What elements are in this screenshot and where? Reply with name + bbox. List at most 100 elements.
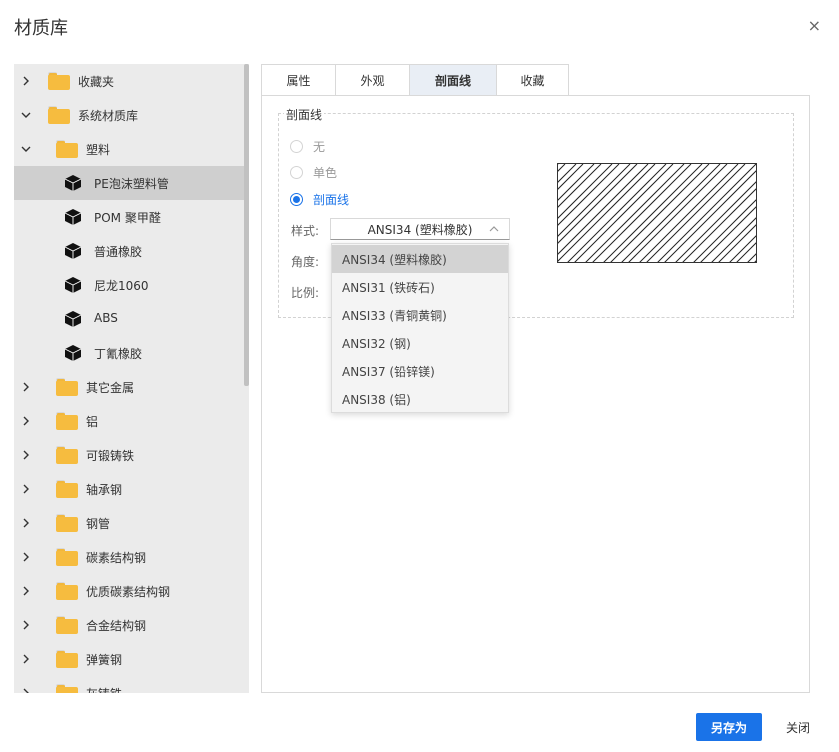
tree-folder-item[interactable]: 收藏夹: [14, 64, 244, 98]
tab-bar: 属性 外观 剖面线 收藏: [261, 64, 569, 96]
tree-folder-item[interactable]: 塑料: [14, 132, 244, 166]
tree-material-item[interactable]: 普通橡胶: [14, 234, 244, 268]
style-select[interactable]: ANSI34 (塑料橡胶): [330, 218, 510, 240]
hatch-line: [682, 188, 756, 262]
chevron-right-icon[interactable]: [20, 687, 32, 693]
dropdown-option[interactable]: ANSI38 (铝): [332, 385, 508, 413]
dropdown-option[interactable]: ANSI31 (铁砖石): [332, 273, 508, 301]
tree-folder-item[interactable]: 碳素结构钢: [14, 540, 244, 574]
radio-hatch[interactable]: 剖面线: [290, 191, 349, 207]
folder-icon: [56, 616, 78, 634]
tree-item-label: 碳素结构钢: [86, 551, 147, 565]
chevron-down-icon[interactable]: [20, 109, 32, 121]
close-icon[interactable]: ×: [808, 16, 821, 35]
tree-item-label: 钢管: [86, 517, 111, 531]
style-label: 样式:: [291, 224, 320, 238]
radio-hatch-label: 剖面线: [313, 192, 350, 207]
tree-item-label: 优质碳素结构钢: [86, 585, 171, 599]
folder-icon: [56, 514, 78, 532]
tab-favorites[interactable]: 收藏: [496, 64, 569, 96]
chevron-right-icon[interactable]: [20, 415, 32, 427]
tree-folder-item[interactable]: 优质碳素结构钢: [14, 574, 244, 608]
tree-folder-item[interactable]: 灰铸铁: [14, 676, 244, 693]
chevron-right-icon[interactable]: [20, 381, 32, 393]
dialog-title: 材质库: [14, 18, 68, 39]
tree-item-label: 系统材质库: [78, 109, 139, 123]
tree-item-label: 合金结构钢: [86, 619, 147, 633]
radio-hatch-circle[interactable]: [290, 192, 303, 206]
tree-item-label: 其它金属: [86, 381, 135, 395]
hatch-line: [736, 242, 756, 262]
chevron-right-icon[interactable]: [20, 517, 32, 529]
cube-icon: [64, 242, 82, 260]
chevron-right-icon[interactable]: [20, 483, 32, 495]
tree-item-label: 塑料: [86, 143, 111, 157]
tree-folder-item[interactable]: 铝: [14, 404, 244, 438]
tree-item-label: 可锻铸铁: [86, 449, 135, 463]
hatch-line: [558, 164, 577, 183]
tree-item-label: 弹簧钢: [86, 653, 123, 667]
tab-hatch[interactable]: 剖面线: [409, 64, 496, 96]
tree-folder-item[interactable]: 合金结构钢: [14, 608, 244, 642]
radio-solid-circle[interactable]: [290, 165, 303, 179]
tree-folder-item[interactable]: 系统材质库: [14, 98, 244, 132]
scale-label: 比例:: [291, 286, 320, 300]
folder-icon: [56, 582, 78, 600]
hatch-pattern-graphic: [558, 164, 756, 262]
folder-icon: [48, 72, 70, 90]
style-dropdown-list: ANSI34 (塑料橡胶) ANSI31 (铁砖石) ANSI33 (青铜黄铜)…: [331, 243, 509, 413]
tree-item-label: 普通橡胶: [94, 245, 143, 259]
chevron-right-icon[interactable]: [20, 653, 32, 665]
tree-item-label: POM 聚甲醛: [94, 211, 161, 225]
dropdown-option[interactable]: ANSI32 (钢): [332, 329, 508, 357]
tree-folder-item[interactable]: 其它金属: [14, 370, 244, 404]
tab-appearance[interactable]: 外观: [335, 64, 409, 96]
tree-material-item[interactable]: PE泡沫塑料管: [14, 166, 246, 200]
tab-properties[interactable]: 属性: [261, 64, 335, 96]
chevron-right-icon[interactable]: [20, 619, 32, 631]
tree-item-label: 丁氰橡胶: [94, 347, 143, 361]
save-as-button[interactable]: 另存为: [696, 713, 762, 741]
tree-scrollbar[interactable]: [244, 64, 249, 386]
folder-icon: [48, 106, 70, 124]
chevron-right-icon[interactable]: [20, 585, 32, 597]
chevron-right-icon[interactable]: [20, 449, 32, 461]
tree-folder-item[interactable]: 钢管: [14, 506, 244, 540]
tree-item-label: 铝: [86, 415, 99, 429]
radio-solid[interactable]: 单色: [290, 164, 337, 180]
cube-icon: [64, 174, 82, 192]
dropdown-option[interactable]: ANSI34 (塑料橡胶): [332, 245, 508, 273]
tree-item-label: PE泡沫塑料管: [94, 177, 169, 191]
folder-icon: [56, 412, 78, 430]
tree-item-label: ABS: [94, 311, 118, 325]
radio-none-circle[interactable]: [290, 139, 303, 153]
tree-material-item[interactable]: 丁氰橡胶: [14, 336, 244, 370]
chevron-right-icon[interactable]: [20, 551, 32, 563]
folder-icon: [56, 684, 78, 693]
chevron-up-icon: [489, 226, 499, 232]
folder-icon: [56, 548, 78, 566]
folder-icon: [56, 480, 78, 498]
close-button[interactable]: 关闭: [786, 719, 810, 736]
folder-icon: [56, 650, 78, 668]
tree-material-item[interactable]: ABS: [14, 302, 244, 336]
chevron-down-icon[interactable]: [20, 143, 32, 155]
tree-material-item[interactable]: POM 聚甲醛: [14, 200, 244, 234]
tree-folder-item[interactable]: 可锻铸铁: [14, 438, 244, 472]
folder-icon: [56, 446, 78, 464]
tree-folder-item[interactable]: 轴承钢: [14, 472, 244, 506]
folder-icon: [56, 140, 78, 158]
tree-material-item[interactable]: 尼龙1060: [14, 268, 244, 302]
material-tree: 收藏夹系统材质库塑料 PE泡沫塑料管 POM 聚甲醛 普通橡胶尼龙1060 ABS 丁氰橡…: [14, 64, 249, 693]
radio-solid-label: 单色: [313, 165, 338, 180]
dropdown-option[interactable]: ANSI37 (铅锌镁): [332, 357, 508, 385]
cube-icon: [64, 276, 82, 294]
cube-icon: [64, 344, 82, 362]
radio-none[interactable]: 无: [290, 138, 325, 154]
style-select-value: ANSI34 (塑料橡胶): [367, 222, 473, 237]
tree-item-label: 收藏夹: [78, 75, 115, 89]
tree-folder-item[interactable]: 弹簧钢: [14, 642, 244, 676]
hatch-line: [754, 260, 756, 262]
dropdown-option[interactable]: ANSI33 (青铜黄铜): [332, 301, 508, 329]
chevron-right-icon[interactable]: [20, 75, 32, 87]
